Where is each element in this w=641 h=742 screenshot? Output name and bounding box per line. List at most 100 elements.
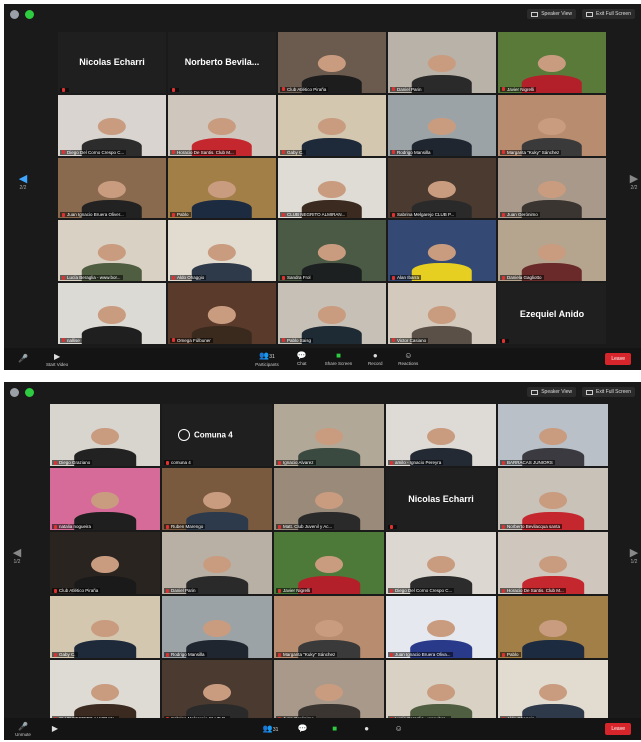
exit-fullscreen-button[interactable]: Exit Full Screen xyxy=(581,387,635,397)
participant-tile[interactable]: Diego Del Corno Crespo C... xyxy=(386,532,496,594)
participant-tile[interactable]: Margarita "Kuky" Sánchez xyxy=(498,94,606,156)
next-page-button[interactable]: ▶ 2/2 xyxy=(627,173,641,191)
participant-tile[interactable]: Omega Fúlbuner xyxy=(168,283,276,344)
participant-tile[interactable]: Club Atlético Piraña xyxy=(278,32,386,93)
participant-tile[interactable]: Rodrigo Mansilla xyxy=(162,596,272,658)
participant-tile[interactable]: BARRACAS JUNIORS xyxy=(498,404,608,466)
share-screen-button[interactable]: ■ xyxy=(326,724,344,735)
participant-tile[interactable]: Juan Ignacio Bruera Oliva... xyxy=(386,596,496,658)
participant-tile[interactable]: nallise xyxy=(58,283,166,344)
leave-button[interactable]: Leave xyxy=(605,723,631,735)
participant-tile[interactable]: Pablo Saisg xyxy=(278,283,386,344)
participant-head xyxy=(90,491,120,510)
participant-tile[interactable]: CLUB NEGRITO ALMIRAN... xyxy=(50,660,160,722)
participant-tile[interactable]: Victor Casiano xyxy=(388,283,496,344)
muted-mic-icon xyxy=(166,652,169,657)
participant-tile[interactable]: Gaby C. xyxy=(278,94,386,156)
share-screen-icon: ■ xyxy=(332,723,338,733)
speaker-view-button[interactable]: Speaker View xyxy=(527,387,576,397)
participant-tile[interactable]: natalia nogueira xyxy=(50,468,160,530)
participant-name-label: Margarita "Kuky" Sánchez xyxy=(500,149,562,155)
info-icon[interactable] xyxy=(10,9,19,19)
participant-tile[interactable]: Diego Graziano xyxy=(50,404,160,466)
participant-name: Juan Gerónimo xyxy=(507,212,538,218)
participant-tile[interactable]: Sandra Frol xyxy=(278,220,386,282)
participant-body xyxy=(191,200,253,219)
unmute-button[interactable]: 🎤 xyxy=(14,354,32,364)
share-screen-button[interactable]: ■ Share Screen xyxy=(325,351,353,367)
window-top-bar: Speaker View Exit Full Screen xyxy=(4,382,641,402)
reactions-button[interactable]: ☺ xyxy=(390,724,408,735)
participant-tile[interactable]: Horacio De Santis. Club M... xyxy=(498,532,608,594)
participant-tile[interactable]: CLUB NEGRITO ALMIRAN... xyxy=(278,157,386,219)
participant-tile[interactable]: Rodrigo Mansilla xyxy=(388,94,496,156)
participant-tile[interactable]: Aldo Ohaggio xyxy=(498,660,608,722)
security-shield-icon[interactable] xyxy=(25,9,34,19)
participant-tile[interactable]: Nicolas Echarri xyxy=(386,468,496,530)
chat-button[interactable]: 💬 Chat xyxy=(293,351,311,367)
participant-tile[interactable]: Javier Nigrelli xyxy=(274,532,384,594)
participant-tile[interactable]: Club Atlético Piraña xyxy=(50,532,160,594)
participant-tile[interactable]: Pablo xyxy=(168,157,276,219)
participant-head xyxy=(538,55,566,73)
chat-button[interactable]: 💬 xyxy=(294,724,312,735)
participant-tile[interactable]: Ruben Marengo xyxy=(162,468,272,530)
participant-tile[interactable]: Ignacio Alvarez xyxy=(274,404,384,466)
next-page-button[interactable]: ▶ 1/2 xyxy=(627,547,641,565)
participant-tile[interactable]: Diego Del Corno Crespo C... xyxy=(58,94,166,156)
record-button[interactable]: ● Record xyxy=(366,351,384,367)
participants-button[interactable]: 👥31 Participants xyxy=(255,351,279,367)
speaker-view-button[interactable]: Speaker View xyxy=(527,9,576,19)
participant-tile[interactable]: Daniel Parin xyxy=(162,532,272,594)
reactions-icon: ☺ xyxy=(404,351,413,360)
view-controls: Speaker View Exit Full Screen xyxy=(527,387,635,397)
participant-tile[interactable]: Margarita "Kuky" Sánchez xyxy=(274,596,384,658)
arrow-left-icon: ◀ xyxy=(18,173,28,185)
participant-tile[interactable]: Ezequiel Anido xyxy=(498,283,606,344)
participant-tile[interactable]: Matt. Club Juvenil y Ac... xyxy=(274,468,384,530)
start-video-button[interactable]: ▶ Start Video xyxy=(46,352,68,367)
muted-mic-icon xyxy=(54,652,57,657)
info-icon[interactable] xyxy=(10,387,19,397)
exit-fullscreen-button[interactable]: Exit Full Screen xyxy=(581,9,635,19)
participant-name: CLUB NEGRITO ALMIRAN... xyxy=(287,212,346,218)
reactions-button[interactable]: ☺ Reactions xyxy=(398,351,418,367)
muted-mic-icon xyxy=(62,338,65,343)
participant-tile[interactable]: Juan Gerónimo xyxy=(498,157,606,219)
participant-tile[interactable]: Norberto Bevila... xyxy=(168,32,276,93)
participant-tile[interactable]: Aldo Ohaggio xyxy=(168,220,276,282)
participant-name: Sabrina Melgarejo CLUB P... xyxy=(397,212,455,218)
participant-tile[interactable]: Daniel Parin xyxy=(388,32,496,93)
unmute-button[interactable]: 🎤 Unmute xyxy=(14,722,32,737)
participants-icon: 👥31 xyxy=(262,723,279,733)
participant-name-label: Gaby C. xyxy=(280,149,306,155)
record-button[interactable]: ● xyxy=(358,724,376,735)
start-video-button[interactable]: ▶ xyxy=(46,724,64,734)
participant-tile[interactable]: Lucía Beraglia - www.bor... xyxy=(58,220,166,282)
participant-tile[interactable]: Juan Ignacio Bruera Oliver... xyxy=(58,157,166,219)
participant-head xyxy=(428,180,456,199)
participant-tile[interactable]: Nicolas Echarri xyxy=(58,32,166,93)
participant-name-label: Horacio De Santis. Club M... xyxy=(500,588,566,593)
previous-page-button[interactable]: ◀ 1/2 xyxy=(10,547,24,565)
participant-tile[interactable]: Horacio De Santis. Club M... xyxy=(168,94,276,156)
participant-tile[interactable]: Alan Ibarra xyxy=(388,220,496,282)
participant-tile[interactable]: Norberto Bevilacqua santa xyxy=(498,468,608,530)
participant-tile[interactable]: Sabrina Melgarejo CLUB P... xyxy=(162,660,272,722)
participant-tile[interactable]: Lucía Beraglia - www.bor... xyxy=(386,660,496,722)
participant-head xyxy=(426,555,456,574)
participant-tile[interactable]: Daniela Gagliotto xyxy=(498,220,606,282)
participant-tile[interactable]: amilo - Ignacio Pereyra xyxy=(386,404,496,466)
participant-tile[interactable]: Juan Gerónimo xyxy=(274,660,384,722)
participant-tile[interactable]: Pablo xyxy=(498,596,608,658)
participant-tile[interactable]: Gaby C. xyxy=(50,596,160,658)
participant-tile[interactable]: Sabrina Melgarejo CLUB P... xyxy=(388,157,496,219)
participants-button[interactable]: 👥31 xyxy=(262,724,280,735)
leave-button[interactable]: Leave xyxy=(605,353,631,365)
muted-mic-icon xyxy=(502,87,505,92)
previous-page-button[interactable]: ◀ 2/2 xyxy=(16,173,30,191)
muted-mic-icon xyxy=(172,150,175,155)
security-shield-icon[interactable] xyxy=(25,387,34,397)
participant-tile[interactable]: Comuna 4 comuna 4 xyxy=(162,404,272,466)
participant-tile[interactable]: Javier Nigrelli xyxy=(498,32,606,93)
